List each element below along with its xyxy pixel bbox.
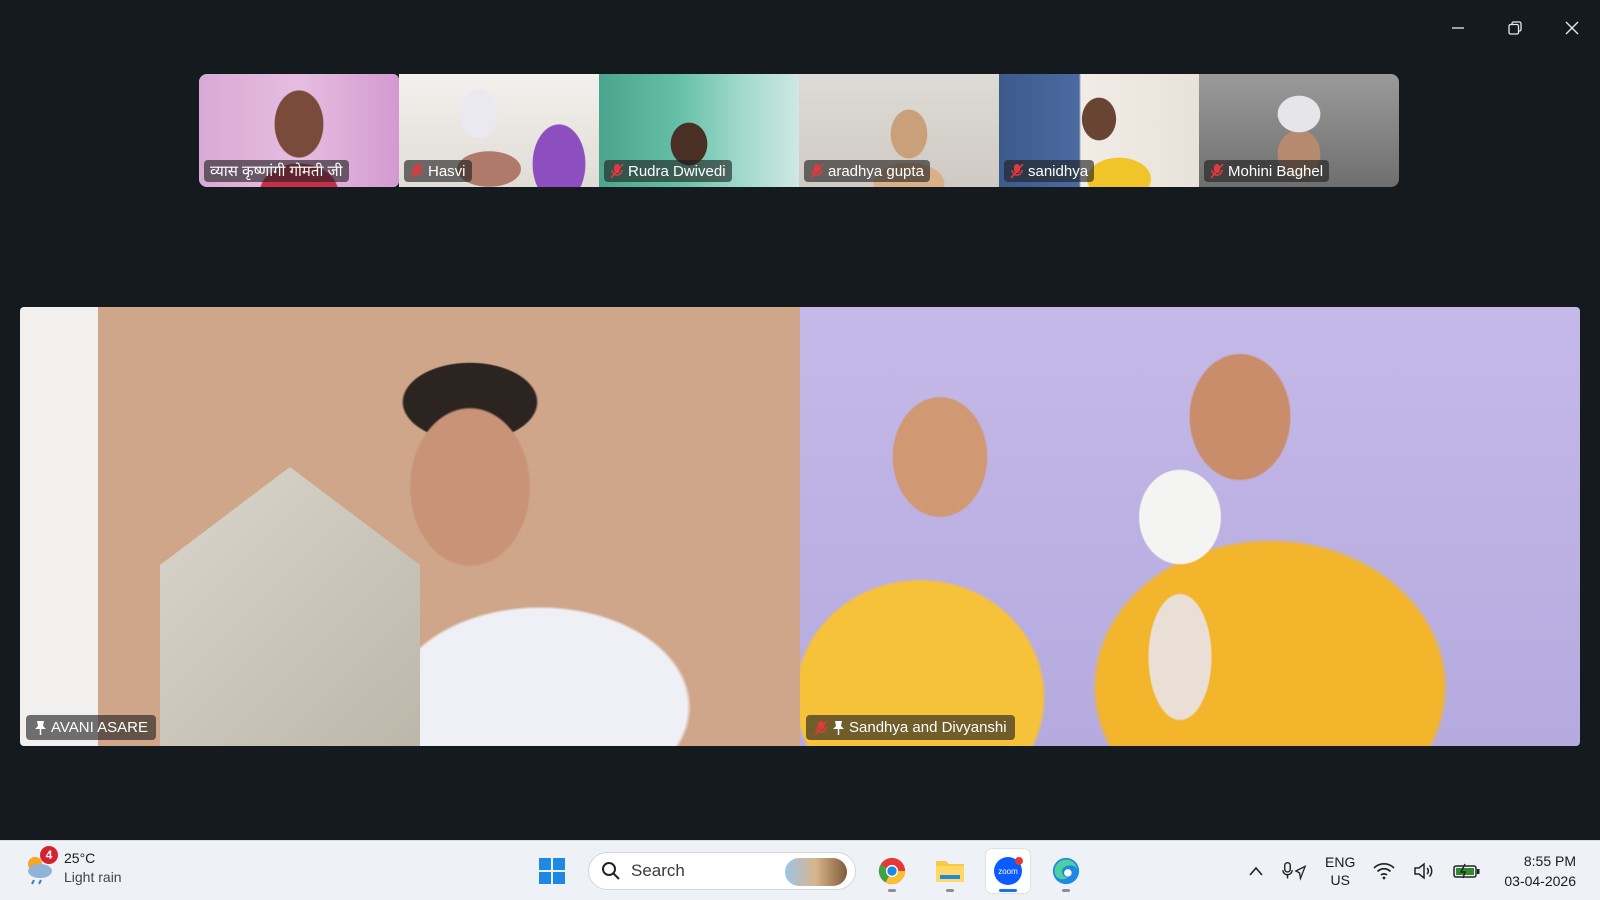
window-controls — [1429, 0, 1600, 56]
participant-name-tag: व्यास कृष्णांगी गोमती जी — [204, 160, 349, 182]
network-button[interactable] — [1364, 841, 1404, 900]
participant-name-tag: Sandhya and Divyanshi — [806, 715, 1015, 740]
close-button[interactable] — [1543, 0, 1600, 56]
close-icon — [1565, 21, 1578, 35]
battery-button[interactable] — [1444, 841, 1490, 900]
folder-icon — [936, 861, 964, 882]
participant-name-tag: Mohini Baghel — [1204, 160, 1330, 182]
participant-name: Mohini Baghel — [1228, 162, 1324, 180]
participant-name-tag: aradhya gupta — [804, 160, 930, 182]
battery-charging-icon — [1453, 863, 1480, 879]
search-placeholder: Search — [631, 861, 685, 880]
participant-name: Sandhya and Divyanshi — [849, 719, 1007, 736]
weather-widget[interactable]: 4 25°C Light rain — [20, 846, 122, 887]
mic-muted-icon — [1210, 163, 1224, 179]
taskbar-app-edge[interactable] — [1044, 849, 1088, 893]
video-tile[interactable]: Sandhya and Divyanshi — [800, 307, 1580, 746]
mic-muted-icon — [810, 163, 824, 179]
pin-icon — [35, 720, 46, 735]
language-code: ENG — [1325, 854, 1356, 870]
svg-text:zoom: zoom — [998, 867, 1018, 876]
input-location-button[interactable] — [1272, 841, 1316, 900]
clock-date: 03-04-2026 — [1504, 873, 1576, 889]
taskbar-app-zoom[interactable]: zoom — [986, 849, 1030, 893]
clock[interactable]: 8:55 PM 03-04-2026 — [1490, 841, 1600, 900]
windows-logo-icon — [539, 858, 565, 884]
participant-name: Rudra Dwivedi — [628, 162, 726, 180]
minimize-icon — [1451, 27, 1464, 29]
start-button[interactable] — [530, 849, 574, 893]
taskbar-search[interactable]: Search — [588, 852, 856, 890]
language-indicator[interactable]: ENG US — [1316, 841, 1364, 900]
participant-tile[interactable]: Mohini Baghel — [1199, 74, 1399, 187]
weather-condition: Light rain — [64, 869, 122, 885]
chevron-up-icon — [1249, 866, 1263, 876]
taskbar: 4 25°C Light rain Search zoom ENG US 8:5… — [0, 840, 1600, 900]
participant-tile[interactable]: व्यास कृष्णांगी गोमती जी — [199, 74, 399, 187]
pin-icon — [833, 720, 844, 735]
zoom-icon: zoom — [994, 857, 1023, 885]
participant-tile[interactable]: Rudra Dwivedi — [599, 74, 799, 187]
show-hidden-icons-button[interactable] — [1240, 841, 1272, 900]
taskbar-apps: Search zoom — [530, 849, 1088, 893]
notification-badge: 4 — [40, 846, 58, 864]
minimize-button[interactable] — [1429, 0, 1486, 56]
mic-muted-icon — [410, 163, 424, 179]
participant-name: aradhya gupta — [828, 162, 924, 180]
edge-icon — [1052, 857, 1080, 885]
mic-muted-icon — [610, 163, 624, 179]
participant-name: sanidhya — [1028, 162, 1089, 180]
volume-button[interactable] — [1404, 841, 1444, 900]
participant-gallery-strip: व्यास कृष्णांगी गोमती जी Hasvi Rudra Dwi… — [199, 74, 1399, 187]
participant-name: Hasvi — [428, 162, 466, 180]
participant-name-tag: AVANI ASARE — [26, 715, 156, 740]
video-tile[interactable]: AVANI ASARE — [20, 307, 800, 746]
participant-name: व्यास कृष्णांगी गोमती जी — [210, 163, 343, 180]
participant-tile[interactable]: Hasvi — [399, 74, 599, 187]
weather-rain-icon: 4 — [20, 846, 58, 886]
participant-name-tag: Rudra Dwivedi — [604, 160, 732, 182]
spotlight-videos: AVANI ASARE Sandhya and Divyanshi — [20, 307, 1580, 746]
participant-tile[interactable]: aradhya gupta — [799, 74, 999, 187]
restore-button[interactable] — [1486, 0, 1543, 56]
mic-muted-icon — [814, 719, 828, 736]
mic-muted-icon — [1010, 163, 1024, 179]
search-icon — [602, 862, 620, 880]
clock-time: 8:55 PM — [1523, 853, 1576, 869]
wifi-icon — [1373, 862, 1395, 880]
chrome-icon — [878, 857, 906, 885]
participant-name-tag: sanidhya — [1004, 160, 1095, 182]
mic-location-icon — [1282, 861, 1307, 881]
weather-temperature: 25°C — [64, 850, 96, 866]
participant-name-tag: Hasvi — [404, 160, 472, 182]
speaker-icon — [1414, 862, 1433, 880]
restore-icon — [1507, 21, 1522, 35]
search-highlight-image — [785, 858, 847, 886]
taskbar-app-file-explorer[interactable] — [928, 849, 972, 893]
language-region: US — [1330, 872, 1350, 888]
participant-video — [800, 307, 1580, 746]
participant-tile[interactable]: sanidhya — [999, 74, 1199, 187]
taskbar-app-chrome[interactable] — [870, 849, 914, 893]
participant-name: AVANI ASARE — [51, 719, 148, 736]
system-tray: ENG US 8:55 PM 03-04-2026 — [1240, 841, 1600, 900]
